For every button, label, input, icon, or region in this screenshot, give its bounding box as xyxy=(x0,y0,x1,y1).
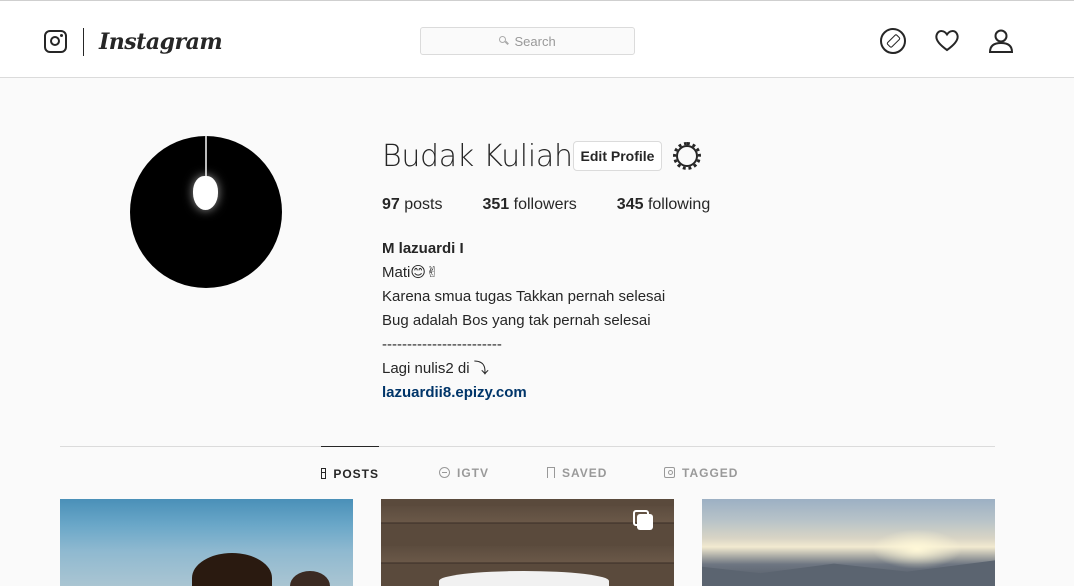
posts-label: posts xyxy=(404,196,443,213)
photo-content xyxy=(439,571,609,586)
bookmark-icon xyxy=(547,467,555,478)
tab-label: SAVED xyxy=(562,466,608,480)
profile-username: Budak Kuliah xyxy=(382,139,573,174)
bio-line: Lagi nulis2 di ⤵ xyxy=(382,360,489,377)
profile-stats: 97 posts 351 followers 345 following xyxy=(382,196,750,214)
bio-line: Bug adalah Bos yang tak pernah selesai xyxy=(382,312,651,329)
profile-tabs: POSTS IGTV SAVED TAGGED xyxy=(0,446,1074,496)
followers-stat[interactable]: 351 followers xyxy=(483,196,577,214)
search-icon xyxy=(498,36,509,46)
instagram-wordmark: Instagram xyxy=(99,28,223,55)
logo-divider xyxy=(83,27,84,56)
tagged-icon xyxy=(664,467,675,478)
lightbulb-cord xyxy=(205,136,207,178)
photo-content xyxy=(872,529,962,569)
bio-line: Mati😊✌ xyxy=(382,264,439,281)
lightbulb-icon xyxy=(193,176,218,210)
bio-line: Karena smua tugas Takkan pernah selesai xyxy=(382,288,666,305)
profile-bio: M lazuardi I Mati😊✌ Karena smua tugas Ta… xyxy=(382,237,665,405)
edit-profile-button[interactable]: Edit Profile xyxy=(573,141,662,171)
tab-saved[interactable]: SAVED xyxy=(547,446,607,496)
instagram-camera-icon xyxy=(44,30,67,53)
post-thumbnail[interactable] xyxy=(60,499,353,586)
heart-icon[interactable] xyxy=(934,28,960,54)
compass-icon[interactable] xyxy=(880,28,906,54)
following-count: 345 xyxy=(616,196,644,213)
settings-gear-icon[interactable] xyxy=(673,142,701,170)
multiple-photos-icon xyxy=(633,510,655,532)
bio-line: ------------------------ xyxy=(382,336,502,353)
tab-igtv[interactable]: IGTV xyxy=(439,446,489,496)
post-thumbnail[interactable] xyxy=(381,499,674,586)
igtv-icon xyxy=(439,467,450,478)
profile-website-link[interactable]: lazuardii8.epizy.com xyxy=(382,381,665,405)
followers-label: followers xyxy=(513,196,577,213)
tab-label: POSTS xyxy=(333,467,379,481)
following-label: following xyxy=(647,196,711,213)
posts-stat: 97 posts xyxy=(382,196,443,214)
search-box[interactable] xyxy=(420,27,635,55)
posts-count: 97 xyxy=(382,196,400,213)
search-input[interactable] xyxy=(514,33,557,49)
tab-label: TAGGED xyxy=(682,466,739,480)
photo-content xyxy=(290,571,330,586)
followers-count: 351 xyxy=(482,196,510,213)
profile-full-name: M lazuardi I xyxy=(382,240,464,257)
post-thumbnail[interactable] xyxy=(702,499,995,586)
following-stat[interactable]: 345 following xyxy=(617,196,710,214)
tab-tagged[interactable]: TAGGED xyxy=(664,446,738,496)
grid-icon xyxy=(321,468,327,479)
top-navigation-bar: Instagram xyxy=(0,0,1074,78)
tab-label: IGTV xyxy=(457,466,490,480)
tab-posts[interactable]: POSTS xyxy=(321,446,379,496)
profile-avatar[interactable] xyxy=(130,136,282,288)
instagram-logo[interactable]: Instagram xyxy=(44,27,223,56)
photo-content xyxy=(192,553,272,586)
user-icon[interactable] xyxy=(988,28,1014,54)
